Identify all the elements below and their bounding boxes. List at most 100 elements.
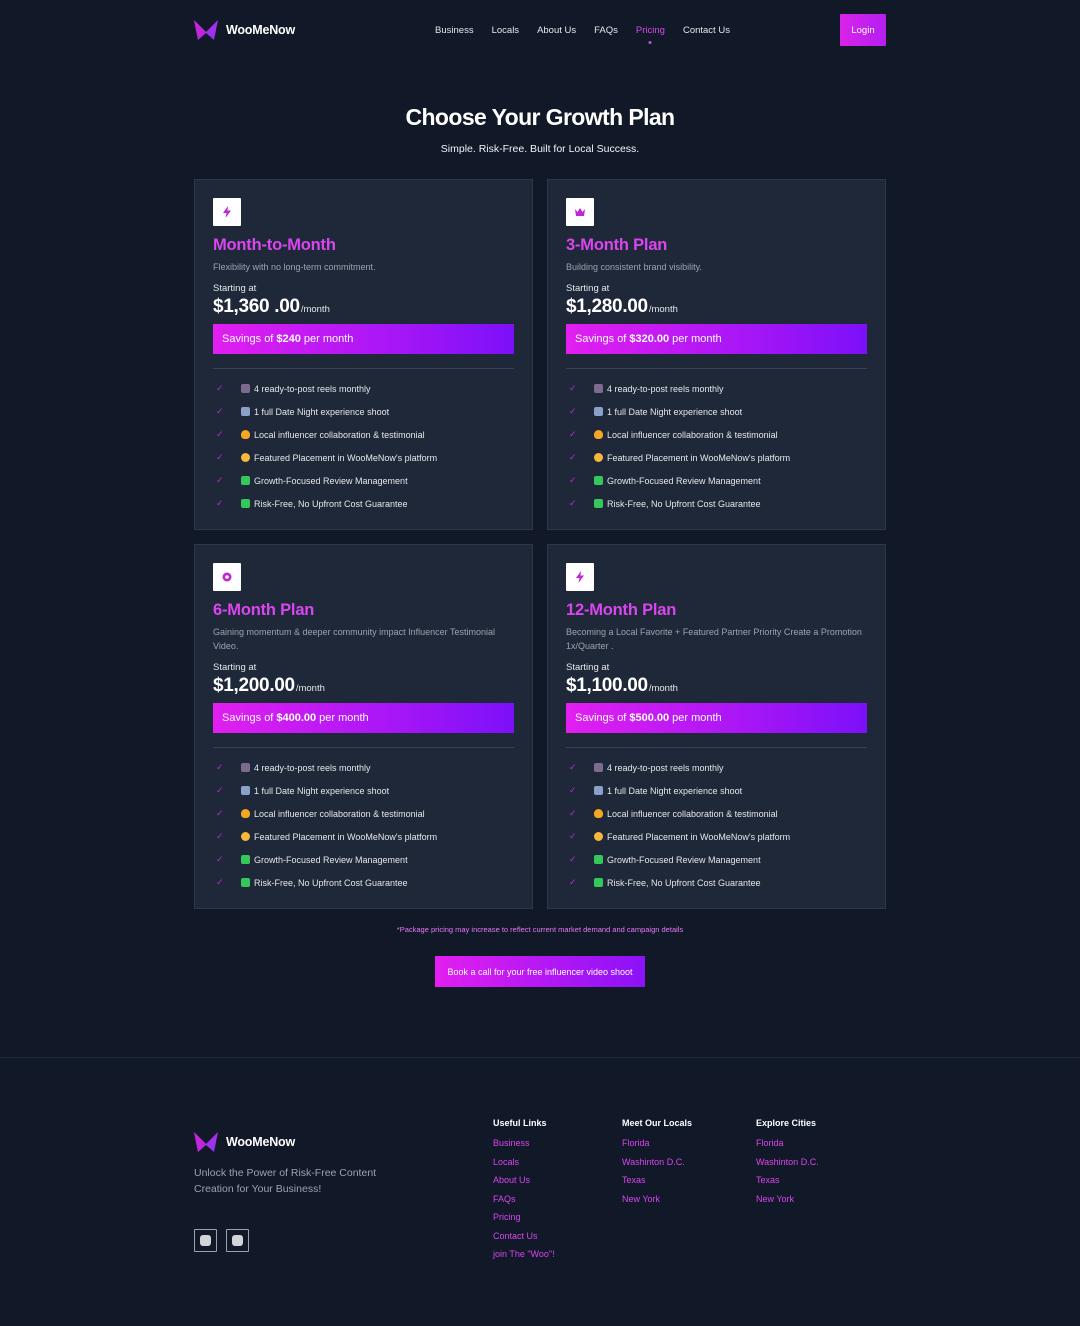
check-icon: ✓ — [216, 498, 224, 508]
check-icon: ✓ — [569, 475, 577, 485]
savings-suffix: per month — [672, 712, 722, 724]
nav-pricing[interactable]: Pricing — [636, 25, 665, 36]
plan-icon-box — [566, 563, 594, 591]
feature-item: ✓ 1 full Date Night experience shoot — [213, 779, 514, 802]
nav-business[interactable]: Business — [435, 25, 474, 36]
footer-link-join[interactable]: join The "Woo"! — [493, 1249, 555, 1268]
gear-icon — [222, 572, 232, 582]
feature-text: Featured Placement in WooMeNow's platfor… — [254, 831, 438, 842]
feature-text: Risk-Free, No Upfront Cost Guarantee — [254, 877, 408, 888]
checkbox-icon — [241, 476, 250, 485]
footer-link-washington[interactable]: Washinton D.C. — [756, 1157, 819, 1176]
woomenow-logo-icon — [194, 1132, 218, 1152]
book-call-button[interactable]: Book a call for your free influencer vid… — [435, 956, 645, 987]
footer-link-about-us[interactable]: About Us — [493, 1175, 555, 1194]
savings-banner: Savings of $500.00 per month — [566, 703, 867, 733]
feature-item: ✓ 1 full Date Night experience shoot — [566, 779, 867, 802]
feature-item: ✓ Risk-Free, No Upfront Cost Guarantee — [213, 871, 514, 894]
savings-suffix: per month — [303, 333, 354, 345]
savings-banner: Savings of $240 per month — [213, 324, 514, 354]
feature-text: Growth-Focused Review Management — [607, 475, 761, 486]
feature-text: Risk-Free, No Upfront Cost Guarantee — [254, 498, 408, 509]
feature-item: ✓ 1 full Date Night experience shoot — [213, 400, 514, 423]
plan-price: $1,100.00 — [566, 675, 648, 696]
check-icon: ✓ — [569, 854, 577, 864]
star-icon — [241, 453, 250, 462]
heart-icon — [594, 430, 603, 439]
plan-name: 12-Month Plan — [566, 601, 677, 619]
divider — [566, 368, 867, 369]
feature-text: Risk-Free, No Upfront Cost Guarantee — [607, 877, 761, 888]
plan-description: Flexibility with no long-term commitment… — [213, 262, 376, 272]
savings-prefix: Savings of — [222, 712, 274, 724]
calendar-icon — [594, 407, 603, 416]
check-icon: ✓ — [216, 877, 224, 887]
check-icon: ✓ — [216, 854, 224, 864]
price-period: /month — [295, 683, 325, 694]
check-icon: ✓ — [569, 831, 577, 841]
facebook-icon[interactable] — [226, 1229, 249, 1252]
plan-card-12-month: 12-Month Plan Becoming a Local Favorite … — [547, 544, 886, 909]
plan-icon-box — [213, 198, 241, 226]
divider — [566, 747, 867, 748]
nav-faqs[interactable]: FAQs — [594, 25, 618, 36]
nav-locals[interactable]: Locals — [492, 25, 519, 36]
plan-description: Becoming a Local Favorite + Featured Par… — [566, 627, 862, 651]
footer-col-title: Useful Links — [493, 1118, 547, 1128]
price-period: /month — [648, 304, 678, 315]
check-icon: ✓ — [569, 452, 577, 462]
plan-icon-box — [566, 198, 594, 226]
plan-card-3-month: 3-Month Plan Building consistent brand v… — [547, 179, 886, 530]
footer-link-washington[interactable]: Washinton D.C. — [622, 1157, 692, 1176]
instagram-icon[interactable] — [194, 1229, 217, 1252]
login-button[interactable]: Login — [839, 14, 886, 46]
footer-link-florida[interactable]: Florida — [622, 1138, 692, 1157]
feature-item: ✓ Featured Placement in WooMeNow's platfo… — [566, 446, 867, 469]
feature-item: ✓ Local influencer collaboration & testim… — [566, 802, 867, 825]
feature-item: ✓ Risk-Free, No Upfront Cost Guarantee — [213, 492, 514, 515]
price-period: /month — [648, 683, 678, 694]
footer-link-texas[interactable]: Texas — [622, 1175, 692, 1194]
calendar-icon — [241, 786, 250, 795]
nav-contact-us[interactable]: Contact Us — [683, 25, 730, 36]
crown-icon — [575, 208, 585, 216]
nav-about-us[interactable]: About Us — [537, 25, 576, 36]
camera-icon — [594, 763, 603, 772]
feature-item: ✓ Local influencer collaboration & testim… — [213, 802, 514, 825]
feature-text: 4 ready-to-post reels monthly — [254, 762, 371, 773]
savings-prefix: Savings of — [575, 712, 627, 724]
plan-icon-box — [213, 563, 241, 591]
check-icon: ✓ — [569, 383, 577, 393]
footer-logo[interactable]: WooMeNow — [194, 1131, 394, 1153]
heart-icon — [241, 430, 250, 439]
check-icon: ✓ — [216, 762, 224, 772]
heart-icon — [594, 809, 603, 818]
footer-link-contact-us[interactable]: Contact Us — [493, 1231, 555, 1250]
feature-text: Local influencer collaboration & testimo… — [254, 808, 425, 819]
savings-amount: $320.00 — [629, 333, 670, 345]
footer-link-pricing[interactable]: Pricing — [493, 1212, 555, 1231]
footer-link-texas[interactable]: Texas — [756, 1175, 819, 1194]
feature-item: ✓ 4 ready-to-post reels monthly — [213, 756, 514, 779]
savings-banner: Savings of $400.00 per month — [213, 703, 514, 733]
footer-link-new-york[interactable]: New York — [622, 1194, 692, 1213]
starting-at-label: Starting at — [213, 662, 257, 673]
check-icon: ✓ — [569, 877, 577, 887]
feature-text: 4 ready-to-post reels monthly — [254, 383, 371, 394]
savings-amount: $240 — [276, 333, 301, 345]
footer-link-locals[interactable]: Locals — [493, 1157, 555, 1176]
footer-link-business[interactable]: Business — [493, 1138, 555, 1157]
social-links — [194, 1229, 394, 1252]
checkbox-icon — [241, 878, 250, 887]
plan-description: Gaining momentum & deeper community impa… — [213, 627, 495, 651]
footer-link-new-york[interactable]: New York — [756, 1194, 819, 1213]
footer-link-florida[interactable]: Florida — [756, 1138, 819, 1157]
savings-prefix: Savings of — [222, 333, 274, 345]
checkbox-icon — [594, 855, 603, 864]
plan-card-month-to-month: Month-to-Month Flexibility with no long-… — [194, 179, 533, 530]
footer-link-faqs[interactable]: FAQs — [493, 1194, 555, 1213]
savings-suffix: per month — [672, 333, 722, 345]
brand-logo[interactable]: WooMeNow — [194, 19, 295, 41]
lightning-icon — [223, 206, 231, 218]
checkbox-icon — [241, 855, 250, 864]
